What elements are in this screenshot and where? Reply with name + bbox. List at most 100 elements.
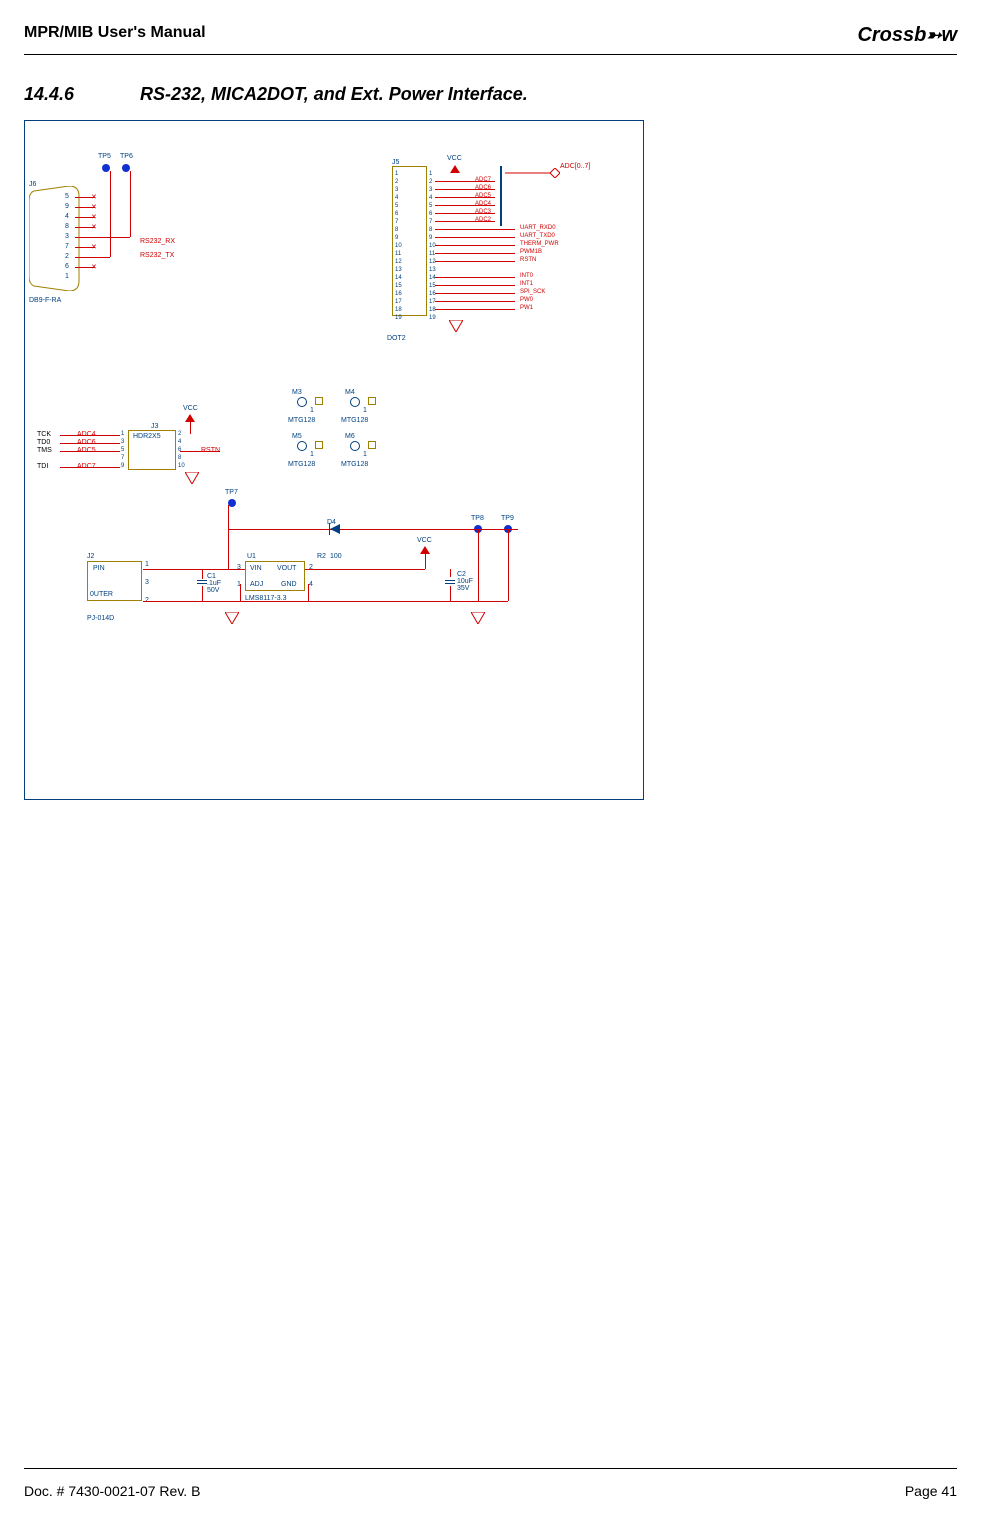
wire [308,584,309,601]
c1-volt: 50V [207,587,219,594]
j3-tck: TCK [37,431,51,438]
wire [202,586,203,601]
mtg128-label: MTG128 [288,461,315,468]
sig-pwm1b: PWM1B [520,249,542,255]
wire [180,451,220,452]
sig-adc6: ADC6 [475,185,491,191]
j5-pin: 4 [395,195,398,201]
sig-int1: INT1 [520,281,533,287]
u1-vin: VIN [250,565,262,572]
j2-ref: J2 [87,553,94,560]
wire [143,569,228,570]
j3-name: HDR2X5 [133,433,161,440]
rs232-tx-label: RS232_TX [140,252,174,259]
j5-pin: 3 [429,187,432,193]
mtg-hole-icon [350,441,360,451]
tp8-label: TP8 [471,515,484,522]
db9-pin-7: 7 [65,243,69,250]
wire [435,301,515,302]
u1-ref: U1 [247,553,256,560]
j5-pin: 15 [429,283,436,289]
sig-uart-txd0: UART_TXD0 [520,233,555,239]
j5-pin: 8 [395,227,398,233]
j5-pin: 13 [429,267,436,273]
mtg-hole-icon [297,397,307,407]
j3-pin: 1 [121,431,124,437]
wire [435,237,515,238]
j3-pin: 9 [121,463,124,469]
j2-pin-1: 1 [145,561,149,568]
u1-gnd: GND [281,581,297,588]
wire [143,601,508,602]
u1-vout: VOUT [277,565,296,572]
wire [425,553,426,569]
mtg-pad-icon [368,441,376,449]
j3-pin: 10 [178,463,185,469]
section-title: RS-232, MICA2DOT, and Ext. Power Interfa… [140,84,528,105]
j3-pin: 6 [178,447,181,453]
j5-pin: 1 [395,171,398,177]
c2-ref: C2 [457,571,466,578]
wire [435,253,515,254]
wire [450,569,451,577]
c1-ref: C1 [207,573,216,580]
db9-pin-5: 5 [65,193,69,200]
db9-connector [29,186,84,291]
wire [228,529,518,530]
mtg-pin-1: 1 [310,451,314,458]
r2-ref: R2 [317,553,326,560]
diode-bar [329,523,330,535]
wire [202,569,203,579]
u1-name: LMS8117-3.3 [245,595,287,602]
gnd-icon [449,319,463,331]
mtg-pin-1: 1 [363,407,367,414]
wire [305,569,425,570]
wire [60,451,120,452]
mtg128-label: MTG128 [341,461,368,468]
c1-val: .1uF [207,580,221,587]
footer-doc: Doc. # 7430-0021-07 Rev. B [24,1483,200,1499]
sig-adc2: ADC2 [475,217,491,223]
j3-tdi: TDI [37,463,48,470]
j3-pin: 5 [121,447,124,453]
u1-adj: ADJ [250,581,263,588]
vcc-arrow-icon [450,165,460,173]
nc-mark: ✕ [91,203,97,211]
wire [435,309,515,310]
test-point-tp5 [102,164,110,172]
sig-pw1: PW1 [520,305,533,311]
j5-pin: 19 [395,315,402,321]
j5-pin: 6 [395,211,398,217]
gnd-icon [185,471,199,483]
nc-mark: ✕ [91,223,97,231]
j5-pin: 18 [429,307,436,313]
j5-pin: 17 [429,299,436,305]
j2-outer-label: 0UTER [90,591,113,598]
j5-pin: 11 [395,251,401,257]
tp5-label: TP5 [98,153,111,160]
adc-bus-label: ADC[0..7] [560,163,590,170]
wire [240,584,241,601]
sig-pw0: PW0 [520,297,533,303]
wire [508,529,509,601]
page-header-title: MPR/MIB User's Manual [24,24,206,42]
mtg-hole-icon [297,441,307,451]
wire [60,435,120,436]
mtg-pin-1: 1 [363,451,367,458]
j5-pin: 17 [395,299,402,305]
nc-mark: ✕ [91,263,97,271]
sig-adc5: ADC5 [475,193,491,199]
m4-ref: M4 [345,389,355,396]
tp7-label: TP7 [225,489,238,496]
logo-arrow-icon: ➳ [926,25,941,45]
j5-pin: 2 [429,179,432,185]
j5-pin: 14 [395,275,402,281]
j5-pin: 10 [429,243,436,249]
tp6-label: TP6 [120,153,133,160]
footer-page: Page 41 [905,1483,957,1499]
db9-name: DB9-F-RA [29,297,61,304]
sig-adc7: ADC7 [475,177,491,183]
sig-adc3: ADC3 [475,209,491,215]
sig-adc4: ADC4 [475,201,491,207]
j5-pin: 12 [395,259,402,265]
